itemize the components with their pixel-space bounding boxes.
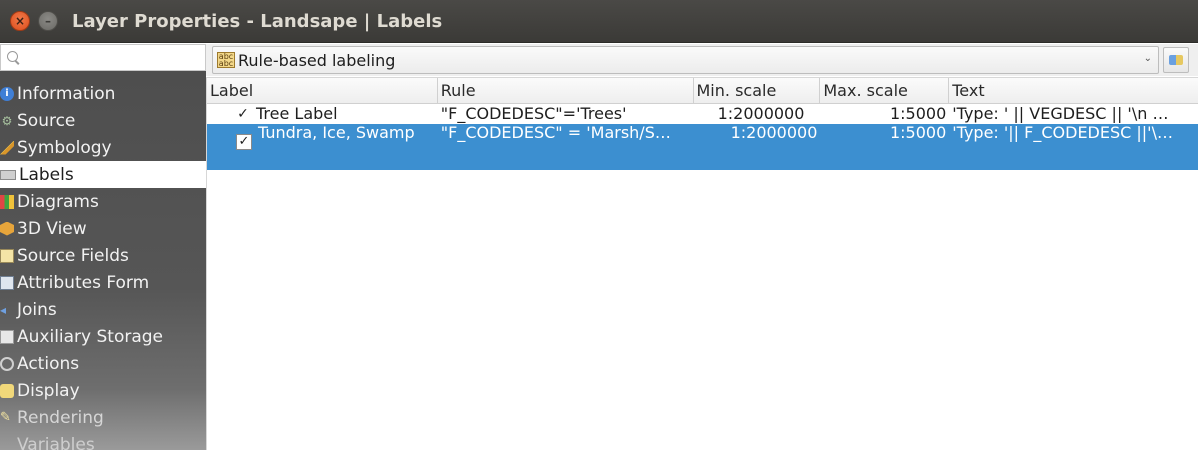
sidebar-item-display[interactable]: Display	[0, 377, 206, 404]
rule-text: 'Type: '|| F_CODEDESC ||'\…	[952, 124, 1173, 142]
rule-expression: "F_CODEDESC"='Trees'	[440, 104, 627, 123]
fields-icon	[0, 248, 14, 263]
sidebar-item-label: Attributes Form	[17, 272, 150, 293]
table-row[interactable]: ✓ Tree Label "F_CODEDESC"='Trees' 1:2000…	[207, 104, 1198, 124]
window-title: Layer Properties - Landsape | Labels	[72, 10, 443, 32]
rule-min-scale: 1:2000000	[717, 104, 805, 123]
labeling-mode-value: Rule-based labeling	[238, 50, 396, 70]
sidebar-item-label: Variables	[17, 434, 95, 450]
actions-icon	[0, 356, 14, 371]
sidebar-item-actions[interactable]: Actions	[0, 350, 206, 377]
diagrams-icon	[0, 194, 14, 209]
rule-label-cell: ✓ Tree Label	[207, 104, 438, 124]
rule-max-scale: 1:5000	[889, 124, 947, 142]
labels-icon	[0, 169, 16, 180]
sidebar-item-joins[interactable]: ◂ Joins	[0, 296, 206, 323]
rules-tree[interactable]: Label Rule Min. scale Max. scale Text ✓ …	[206, 77, 1198, 450]
form-icon	[0, 275, 14, 290]
sidebar-item-rendering[interactable]: ✎ Rendering	[0, 404, 206, 431]
minimize-window-button[interactable]: –	[38, 11, 58, 31]
sidebar-item-label: Actions	[17, 353, 80, 374]
cube-icon	[0, 221, 14, 236]
rules-header: Label Rule Min. scale Max. scale Text	[207, 78, 1198, 104]
display-icon	[0, 383, 14, 398]
sidebar-item-label: Rendering	[17, 407, 104, 428]
sidebar: i Information ⚙ Source Symbology Labels …	[0, 44, 206, 450]
rendering-icon: ✎	[0, 409, 11, 425]
sidebar-item-label: Auxiliary Storage	[17, 326, 164, 347]
rule-text: 'Type: ' || VEGDESC || '\n …	[952, 104, 1169, 123]
layer-style-button[interactable]	[1163, 47, 1189, 73]
symbology-icon	[0, 140, 14, 155]
sidebar-item-label: 3D View	[17, 218, 87, 239]
sidebar-item-label: Display	[17, 380, 80, 401]
sidebar-item-source[interactable]: ⚙ Source	[0, 107, 206, 134]
sidebar-item-label: Source Fields	[17, 245, 129, 266]
sidebar-item-symbology[interactable]: Symbology	[0, 134, 206, 161]
sidebar-item-label: Symbology	[17, 137, 112, 158]
rule-max-scale: 1:5000	[889, 104, 947, 123]
table-row-selected[interactable]: ✓ Tundra, Ice, Swamp "F_CODEDESC" = 'Mar…	[207, 124, 1198, 170]
minimize-icon: –	[45, 14, 51, 28]
sidebar-item-label: Diagrams	[17, 191, 99, 212]
sidebar-item-source-fields[interactable]: Source Fields	[0, 242, 206, 269]
rule-label: Tree Label	[256, 104, 338, 123]
labeling-mode-select[interactable]: abc abc Rule-based labeling ⌄	[212, 46, 1159, 74]
sidebar-item-label: Labels	[19, 164, 74, 185]
column-header-min-scale[interactable]: Min. scale	[694, 78, 821, 103]
sidebar-item-label: Source	[17, 110, 76, 131]
rule-label-cell: ✓ Tundra, Ice, Swamp	[207, 124, 438, 170]
rule-enabled-checkbox[interactable]: ✓	[236, 104, 250, 124]
joins-icon: ◂	[0, 302, 7, 317]
close-icon: ×	[14, 14, 26, 28]
sidebar-item-label: Joins	[17, 299, 57, 320]
sidebar-item-3d-view[interactable]: 3D View	[0, 215, 206, 242]
sidebar-item-attributes-form[interactable]: Attributes Form	[0, 269, 206, 296]
sidebar-nav: i Information ⚙ Source Symbology Labels …	[0, 80, 206, 450]
sidebar-item-label: Information	[17, 83, 116, 104]
rule-expression: "F_CODEDESC" = 'Marsh/S…	[440, 124, 671, 142]
rule-enabled-checkbox[interactable]: ✓	[236, 134, 252, 150]
sidebar-item-labels[interactable]: Labels	[0, 161, 206, 188]
column-header-max-scale[interactable]: Max. scale	[820, 78, 950, 103]
style-icon	[1169, 55, 1183, 65]
labeling-mode-row: abc abc Rule-based labeling ⌄	[206, 44, 1198, 76]
source-icon: ⚙	[1, 113, 13, 128]
sidebar-item-diagrams[interactable]: Diagrams	[0, 188, 206, 215]
info-icon: i	[0, 86, 14, 101]
chevron-down-icon: ⌄	[1143, 53, 1152, 64]
sidebar-item-information[interactable]: i Information	[0, 80, 206, 107]
column-header-label[interactable]: Label	[207, 78, 438, 103]
labels-panel: abc abc Rule-based labeling ⌄ Label Rule …	[206, 44, 1198, 450]
rule-min-scale: 1:2000000	[730, 124, 818, 142]
title-bar: × – Layer Properties - Landsape | Labels	[0, 0, 1198, 43]
sidebar-item-variables[interactable]: Variables	[0, 431, 206, 450]
rule-label: Tundra, Ice, Swamp	[258, 124, 415, 142]
sidebar-item-auxiliary-storage[interactable]: Auxiliary Storage	[0, 323, 206, 350]
close-window-button[interactable]: ×	[10, 11, 30, 31]
search-icon	[7, 50, 21, 65]
sidebar-search-input[interactable]	[0, 44, 206, 71]
column-header-text[interactable]: Text	[949, 78, 1198, 103]
abc-labels-icon: abc abc	[217, 52, 235, 68]
storage-icon	[0, 329, 14, 344]
column-header-rule[interactable]: Rule	[438, 78, 694, 103]
